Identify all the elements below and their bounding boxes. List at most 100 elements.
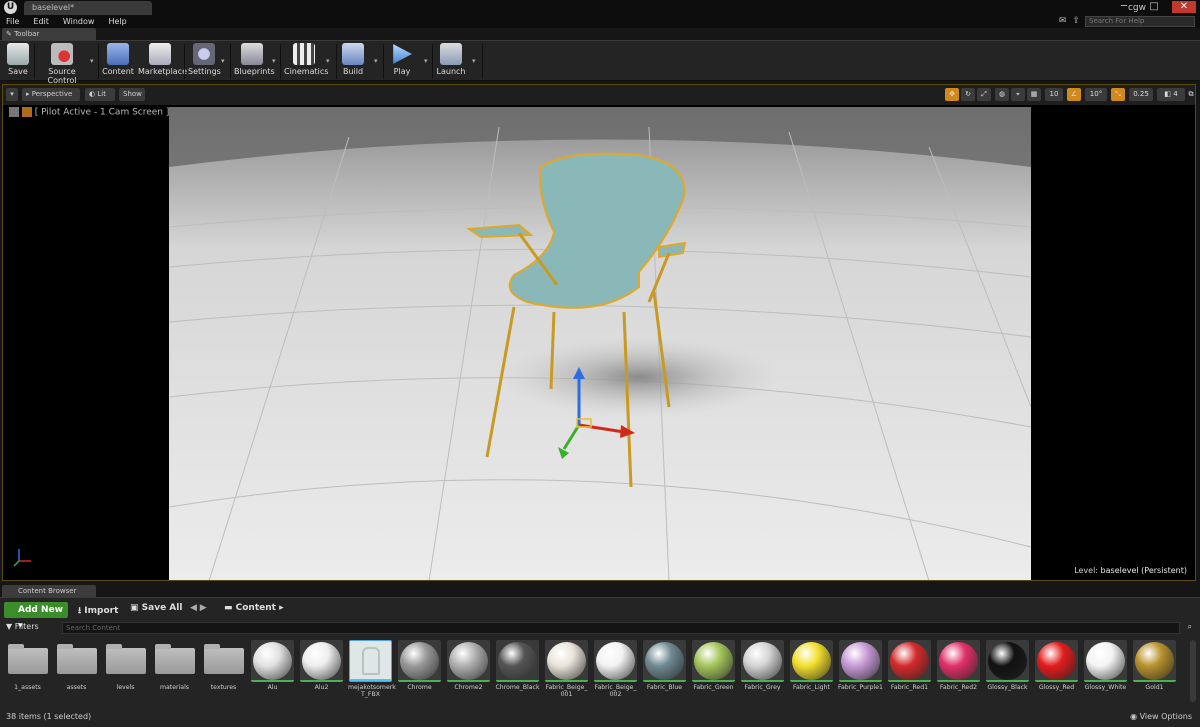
asset-tile[interactable]: Fabric_Beige_ 001 xyxy=(544,640,589,702)
import-button[interactable]: ⭳ Import xyxy=(78,603,118,619)
feedback-icon[interactable]: ✉ xyxy=(1059,16,1067,26)
scale-snap-value[interactable]: 0.25 xyxy=(1129,88,1153,101)
material-sphere-icon xyxy=(694,642,733,680)
maximize-icon[interactable]: □ xyxy=(1142,1,1166,13)
build-button[interactable]: Build xyxy=(340,43,366,80)
asset-tile[interactable]: Fabric_Purple1 xyxy=(838,640,883,702)
asset-scrollbar[interactable] xyxy=(1190,640,1196,702)
eject-icon[interactable] xyxy=(9,107,19,117)
show-button[interactable]: Show xyxy=(119,88,145,101)
asset-folder[interactable]: assets xyxy=(54,640,99,702)
asset-tile[interactable]: Fabric_Beige_ 002 xyxy=(593,640,638,702)
asset-folder[interactable]: levels xyxy=(103,640,148,702)
filters-button[interactable]: ▼ Filters xyxy=(6,622,39,631)
world-local-icon[interactable]: ◍ xyxy=(995,88,1009,101)
blueprints-dropdown-icon[interactable]: ▾ xyxy=(272,57,276,65)
minimize-icon[interactable]: ─ xyxy=(1112,1,1136,13)
build-dropdown-icon[interactable]: ▾ xyxy=(374,57,378,65)
play-dropdown-icon[interactable]: ▾ xyxy=(424,57,428,65)
asset-thumbnail xyxy=(594,640,637,682)
save-button[interactable]: Save xyxy=(4,43,32,80)
blueprints-button[interactable]: Blueprints xyxy=(234,43,275,80)
asset-tile[interactable]: Chrome_Black xyxy=(495,640,540,702)
save-all-button[interactable]: ▣ Save All xyxy=(130,603,182,613)
asset-tile[interactable]: Chrome2 xyxy=(446,640,491,702)
asset-tile[interactable]: Fabric_Green xyxy=(691,640,736,702)
maximize-viewport-icon[interactable]: ⧉ xyxy=(1187,88,1195,101)
asset-tile[interactable]: Chrome xyxy=(397,640,442,702)
launch-label: Launch xyxy=(436,67,466,76)
asset-tile[interactable]: Fabric_Light xyxy=(789,640,834,702)
asset-tile[interactable]: Fabric_Blue xyxy=(642,640,687,702)
asset-tile[interactable]: mejakotsomerk T_FBX xyxy=(348,640,396,702)
cinematics-button[interactable]: Cinematics xyxy=(284,43,328,80)
menu-edit[interactable]: Edit xyxy=(33,17,49,26)
level-tab[interactable]: baselevel* xyxy=(24,1,152,15)
lit-button[interactable]: ◐ Lit xyxy=(85,88,115,101)
rotate-mode-icon[interactable]: ↻ xyxy=(961,88,975,101)
add-new-button[interactable]: Add New ▾ xyxy=(4,602,68,631)
camera-speed-icon: ◧ xyxy=(1164,90,1174,98)
close-icon[interactable]: ✕ xyxy=(1172,1,1196,13)
launch-dropdown-icon[interactable]: ▾ xyxy=(472,57,476,65)
menu-window[interactable]: Window xyxy=(63,17,95,26)
source-control-button[interactable]: Source Control xyxy=(36,43,88,85)
back-icon[interactable]: ◀ xyxy=(190,603,200,613)
asset-tile[interactable]: Fabric_Red1 xyxy=(887,640,932,702)
play-button[interactable]: Play xyxy=(388,43,416,80)
search-help-input[interactable]: Search For Help xyxy=(1085,16,1195,27)
window-controls: ─ □ ✕ xyxy=(1112,1,1196,13)
asset-tile[interactable]: Glossy_White xyxy=(1083,640,1128,702)
launch-button[interactable]: Launch xyxy=(436,43,466,80)
forward-icon[interactable]: ▶ xyxy=(200,603,207,613)
rotation-snap-icon[interactable]: ∠ xyxy=(1067,88,1081,101)
asset-tile[interactable]: Glossy_Black xyxy=(985,640,1030,702)
search-icon[interactable]: ⌕ xyxy=(1188,622,1192,632)
source-control-dropdown-icon[interactable]: ▾ xyxy=(90,57,94,65)
camera-speed-button[interactable]: ◧ 4 xyxy=(1157,88,1185,101)
settings-button[interactable]: Settings xyxy=(188,43,221,80)
content-browser-tab[interactable]: Content Browser xyxy=(2,585,96,597)
play-icon xyxy=(393,44,412,64)
settings-icon xyxy=(193,43,215,65)
level-viewport[interactable]: ▾ ▸ Perspective ◐ Lit Show ✥ ↻ ⤢ ◍ ⌖ ▦ 1… xyxy=(2,84,1196,581)
asset-thumbnail xyxy=(1035,640,1078,682)
toolbar-tab[interactable]: ✎ Toolbar xyxy=(2,28,96,40)
asset-folder[interactable]: materials xyxy=(152,640,197,702)
asset-tile[interactable]: Alu2 xyxy=(299,640,344,702)
folder-icon xyxy=(154,644,195,674)
asset-tile[interactable]: Gold1 xyxy=(1132,640,1177,702)
rotation-snap-value[interactable]: 10° xyxy=(1085,88,1107,101)
content-button[interactable]: Content xyxy=(102,43,134,80)
cinematics-dropdown-icon[interactable]: ▾ xyxy=(326,57,330,65)
scene-render[interactable] xyxy=(169,107,1031,581)
unreal-logo-icon[interactable]: U xyxy=(4,1,17,14)
content-search-input[interactable]: Search Content xyxy=(62,622,1180,634)
menu-file[interactable]: File xyxy=(6,17,19,26)
asset-tile[interactable]: Glossy_Red xyxy=(1034,640,1079,702)
grid-snap-icon[interactable]: ▦ xyxy=(1027,88,1041,101)
perspective-button[interactable]: ▸ Perspective xyxy=(22,88,80,101)
viewport-options-button[interactable]: ▾ xyxy=(6,88,18,101)
asset-folder[interactable]: textures xyxy=(201,640,246,702)
translate-mode-icon[interactable]: ✥ xyxy=(945,88,959,101)
asset-name: Glossy_White xyxy=(1084,684,1127,691)
asset-tile[interactable]: Fabric_Red2 xyxy=(936,640,981,702)
asset-thumbnail xyxy=(6,640,49,682)
scale-snap-icon[interactable]: ⤡ xyxy=(1111,88,1125,101)
asset-tile[interactable]: Fabric_Grey xyxy=(740,640,785,702)
asset-folder[interactable]: 1_assets xyxy=(5,640,50,702)
share-icon[interactable]: ⇪ xyxy=(1072,16,1080,26)
scale-mode-icon[interactable]: ⤢ xyxy=(977,88,991,101)
asset-name: Alu2 xyxy=(314,684,329,691)
material-sphere-icon xyxy=(449,642,488,680)
asset-tile[interactable]: Alu xyxy=(250,640,295,702)
path-breadcrumb[interactable]: ▬ Content ▸ xyxy=(224,603,284,613)
settings-dropdown-icon[interactable]: ▾ xyxy=(221,57,225,65)
menu-help[interactable]: Help xyxy=(108,17,126,26)
grid-snap-value[interactable]: 10 xyxy=(1045,88,1063,101)
marketplace-button[interactable]: Marketplace xyxy=(138,43,187,80)
surface-snap-icon[interactable]: ⌖ xyxy=(1011,88,1025,101)
view-options-button[interactable]: ◉ View Options xyxy=(1130,712,1192,721)
asset-name: Fabric_Purple1 xyxy=(838,684,883,691)
